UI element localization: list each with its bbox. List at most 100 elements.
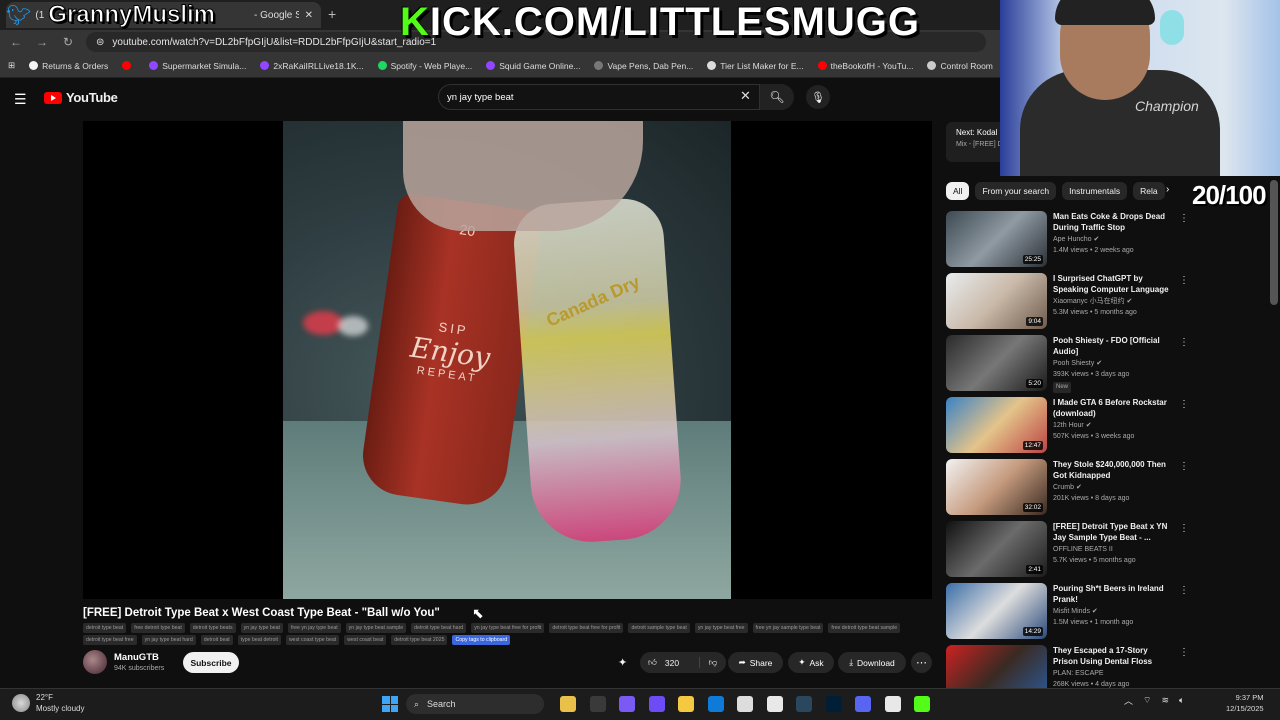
bookmark-item[interactable]: Vape Pens, Dab Pen... [594, 61, 693, 71]
download-button[interactable]: ⤓ Download [838, 652, 906, 673]
recommendation-title[interactable]: Pouring Sh*t Beers in Ireland Prank! [1053, 583, 1173, 605]
tag[interactable]: detroit type beat hard [411, 623, 467, 633]
recommendation-item[interactable]: 32:02 They Stole $240,000,000 Then Got Ki… [946, 459, 1196, 521]
kebab-menu-icon[interactable]: ⋮ [1179, 647, 1189, 658]
bookmark-item[interactable]: 2xRaKaiIRLLive18.1K... [260, 61, 364, 71]
recommendation-item[interactable]: 9:04 I Surprised ChatGPT by Speaking Comp… [946, 273, 1196, 335]
bookmark-item[interactable]: Supermarket Simula... [149, 61, 246, 71]
kebab-menu-icon[interactable]: ⋮ [1179, 337, 1189, 348]
bookmark-item[interactable]: Spotify - Web Playe... [377, 61, 472, 71]
video-thumbnail[interactable]: 5:20 [946, 335, 1047, 391]
kebab-menu-icon[interactable]: ⋮ [1179, 461, 1189, 472]
taskbar-app-icon[interactable] [589, 696, 606, 712]
taskbar-app-icon[interactable] [796, 696, 812, 712]
video-thumbnail[interactable]: 2:41 [946, 521, 1047, 577]
taskbar-app-icon[interactable] [619, 696, 635, 712]
bookmark-item[interactable]: Control Room [927, 61, 993, 71]
taskbar-search[interactable]: ⌕ Search [406, 694, 544, 714]
recommendation-title[interactable]: I Surprised ChatGPT by Speaking Computer… [1053, 273, 1173, 295]
recommendation-title[interactable]: [FREE] Detroit Type Beat x YN Jay Sample… [1053, 521, 1173, 543]
video-frame[interactable]: 20 SIP Enjoy REPEAT Canada Dry [283, 121, 731, 599]
youtube-logo[interactable]: YouTube [44, 90, 118, 105]
filter-chip[interactable]: From your search [975, 182, 1057, 200]
video-thumbnail[interactable]: 32:02 [946, 459, 1047, 515]
bookmark-item[interactable]: Squid Game Online... [486, 61, 580, 71]
kebab-menu-icon[interactable]: ⋮ [1179, 585, 1189, 596]
taskbar-app-icon[interactable] [678, 696, 694, 712]
filter-chip[interactable]: All [946, 182, 970, 200]
search-input[interactable]: yn jay type beat [438, 84, 760, 110]
recommendation-item[interactable]: 14:29 Pouring Sh*t Beers in Ireland Prank… [946, 583, 1196, 645]
site-info-icon[interactable]: ⊜ [96, 37, 104, 48]
bookmark-item[interactable] [122, 61, 135, 70]
share-button[interactable]: ➦ Share [728, 652, 783, 673]
filter-chip[interactable]: Rela [1133, 182, 1165, 200]
tag[interactable]: free detroit type beat sample [828, 623, 901, 633]
recommendation-channel[interactable]: Misfit Minds ✔ [1053, 606, 1173, 617]
recommendation-item[interactable]: 2:41 [FREE] Detroit Type Beat x YN Jay Sa… [946, 521, 1196, 583]
tag[interactable]: detroit sample type beat [628, 623, 690, 633]
apps-icon[interactable]: ⊞ [8, 60, 15, 71]
recommendation-channel[interactable]: Crumb ✔ [1053, 482, 1173, 493]
like-button[interactable]: 👍︎ 320 [640, 657, 700, 668]
reload-icon[interactable]: ↻ [60, 35, 76, 49]
video-thumbnail[interactable]: 14:29 [946, 583, 1047, 639]
taskbar-app-icon[interactable] [707, 696, 724, 712]
recommendation-channel[interactable]: 12th Hour ✔ [1053, 420, 1173, 431]
tag[interactable]: detroit type beat [83, 623, 127, 633]
forward-icon[interactable]: → [34, 35, 50, 49]
menu-icon[interactable]: ☰ [14, 91, 27, 108]
ai-sparkle-icon[interactable]: ✦ [618, 656, 627, 669]
tag[interactable]: type beat detroit [237, 635, 281, 645]
channel-name[interactable]: ManuGTB [114, 652, 159, 663]
bookmark-item[interactable]: Returns & Orders [29, 61, 108, 71]
taskbar-app-icon[interactable] [737, 696, 753, 712]
back-icon[interactable]: ← [8, 35, 24, 49]
taskbar-app-icon[interactable] [560, 696, 576, 712]
tag[interactable]: detroit type beats [189, 623, 236, 633]
recommendation-channel[interactable]: Ape Huncho ✔ [1053, 234, 1173, 245]
tab-close-icon[interactable]: ✕ [305, 10, 313, 21]
tag[interactable]: yn jay type beat free [694, 623, 748, 633]
tag[interactable]: yn jay type beat sample [345, 623, 407, 633]
network-icon[interactable]: ⌔ [1143, 695, 1151, 706]
recommendation-channel[interactable]: PLAN: ESCAPE [1053, 668, 1173, 679]
tag[interactable]: detroit type beat free for profit [549, 623, 624, 633]
kebab-menu-icon[interactable]: ⋮ [1179, 523, 1189, 534]
clock[interactable]: 9:37 PM 12/15/2025 [1226, 692, 1264, 714]
wifi-icon[interactable]: ≋ [1161, 695, 1169, 706]
more-actions-icon[interactable]: ⋯ [911, 652, 932, 673]
tag[interactable]: free yn jay type beat [287, 623, 341, 633]
recommendation-title[interactable]: I Made GTA 6 Before Rockstar (download) [1053, 397, 1173, 419]
filter-chip[interactable]: Instrumentals [1062, 182, 1128, 200]
tag[interactable]: free yn jay sample type beat [752, 623, 824, 633]
channel-avatar[interactable] [83, 650, 107, 674]
copy-tags-button[interactable]: Copy tags to clipboard [452, 635, 511, 645]
tag[interactable]: detroit type beat 2025 [391, 635, 448, 645]
search-button[interactable]: 🔍︎ [760, 84, 794, 110]
recommendation-item[interactable]: 12:47 I Made GTA 6 Before Rockstar (downl… [946, 397, 1196, 459]
new-tab-button[interactable]: + [328, 6, 336, 22]
video-thumbnail[interactable]: 12:47 [946, 397, 1047, 453]
clear-search-icon[interactable]: ✕ [740, 88, 751, 104]
taskbar-app-icon[interactable] [825, 696, 842, 712]
recommendation-title[interactable]: They Stole $240,000,000 Then Got Kidnapp… [1053, 459, 1173, 481]
tag[interactable]: detroit beat [200, 635, 233, 645]
recommendation-title[interactable]: Man Eats Coke & Drops Dead During Traffi… [1053, 211, 1173, 233]
volume-icon[interactable]: 🔈︎ [1179, 695, 1184, 706]
chevron-right-icon[interactable]: › [1166, 184, 1169, 195]
taskbar-app-icon[interactable] [648, 696, 665, 712]
subscribe-button[interactable]: Subscribe [183, 652, 239, 673]
taskbar-app-icon[interactable] [855, 696, 871, 712]
recommendation-channel[interactable]: OFFLINE BEATS II [1053, 544, 1173, 555]
voice-search-button[interactable]: 🎙︎ [806, 85, 830, 109]
tag[interactable]: west coast beat [344, 635, 387, 645]
recommendation-title[interactable]: They Escaped a 17-Story Prison Using Den… [1053, 645, 1173, 667]
video-thumbnail[interactable]: 25:25 [946, 211, 1047, 267]
taskbar-app-icon[interactable] [884, 696, 901, 712]
tag[interactable]: yn jay type beat hard [141, 635, 196, 645]
kebab-menu-icon[interactable]: ⋮ [1179, 275, 1189, 286]
recommendation-channel[interactable]: Pooh Shiesty ✔ [1053, 358, 1173, 369]
recommendation-title[interactable]: Pooh Shiesty - FDO [Official Audio] [1053, 335, 1173, 357]
tag[interactable]: west coast type beat [285, 635, 340, 645]
